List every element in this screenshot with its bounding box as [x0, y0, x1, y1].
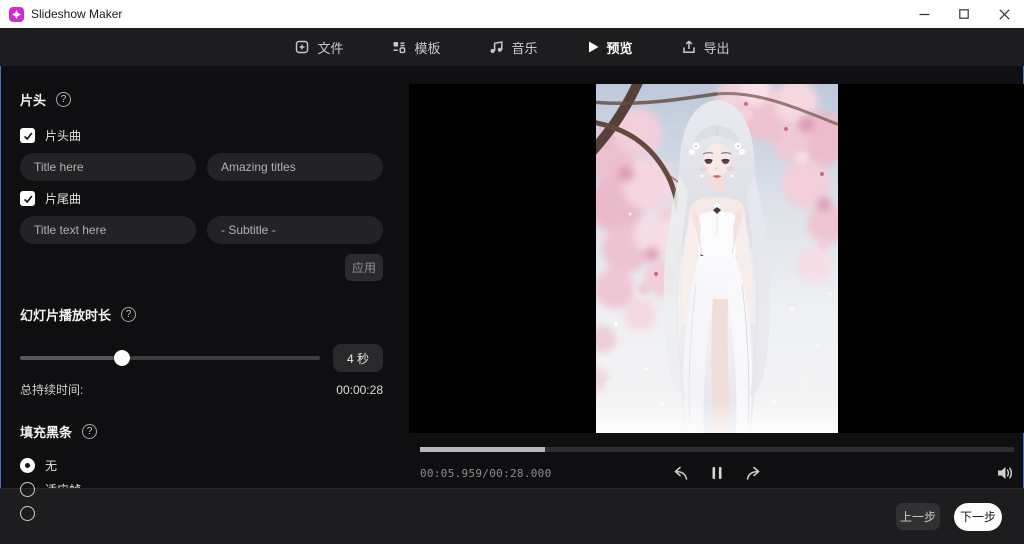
- volume-button[interactable]: [996, 465, 1014, 481]
- preview-image: [596, 84, 838, 433]
- nav-item-template[interactable]: 模板: [391, 38, 440, 57]
- outro-subtitle-input[interactable]: [207, 216, 383, 244]
- settings-panel: 片头 ? 片头曲 片尾曲: [0, 66, 409, 488]
- total-duration-label: 总持续时间:: [20, 381, 83, 398]
- intro-song-checkbox[interactable]: [20, 128, 35, 143]
- duration-heading-label: 幻灯片播放时长: [20, 305, 111, 324]
- duration-slider[interactable]: [20, 350, 320, 366]
- help-icon[interactable]: ?: [56, 92, 71, 107]
- volume-wrap: [996, 465, 1014, 481]
- blackbars-heading-label: 填充黑条: [20, 422, 72, 441]
- previous-step-button[interactable]: 上一步: [896, 503, 940, 530]
- apply-row: 应用: [20, 254, 383, 281]
- app-logo-icon: [9, 7, 24, 22]
- blackbars-section-heading: 填充黑条 ?: [20, 422, 389, 441]
- duration-slider-row: 4 秒: [20, 344, 383, 372]
- nav-item-file[interactable]: 文件: [294, 38, 343, 57]
- nav-item-export[interactable]: 导出: [681, 38, 730, 57]
- nav-item-label: 音乐: [511, 38, 537, 57]
- minimize-button[interactable]: [904, 0, 944, 28]
- outro-song-row: 片尾曲: [20, 190, 389, 207]
- radio-icon: [20, 506, 35, 521]
- outro-title-input[interactable]: [20, 216, 196, 244]
- file-icon: [294, 39, 310, 55]
- close-button[interactable]: [984, 0, 1024, 28]
- playback-time: 00:05.959/00:28.000: [420, 467, 552, 480]
- apply-button[interactable]: 应用: [345, 254, 383, 281]
- export-icon: [681, 39, 697, 55]
- progress-fill: [420, 447, 545, 452]
- help-icon[interactable]: ?: [82, 424, 97, 439]
- intro-song-label: 片头曲: [45, 127, 81, 144]
- next-step-button[interactable]: 下一步: [954, 503, 1002, 531]
- intro-inputs-row: [20, 153, 389, 181]
- maximize-button[interactable]: [944, 0, 984, 28]
- play-icon: [586, 40, 600, 54]
- radio-option-none[interactable]: 无: [20, 457, 389, 473]
- music-note-icon: [488, 39, 504, 55]
- top-navbar: 文件 模板 音乐 预览 导出: [0, 28, 1024, 66]
- total-duration-row: 总持续时间: 00:00:28: [20, 381, 383, 398]
- previous-slide-button[interactable]: [672, 464, 690, 482]
- nav-item-label: 文件: [317, 38, 343, 57]
- opening-heading-label: 片头: [20, 90, 46, 109]
- template-icon: [391, 39, 407, 55]
- next-slide-button[interactable]: [744, 464, 762, 482]
- duration-section-heading: 幻灯片播放时长 ?: [20, 305, 389, 324]
- outro-inputs-row: [20, 216, 389, 244]
- center-controls: [672, 464, 762, 482]
- main-area: 片头 ? 片头曲 片尾曲: [0, 66, 1024, 488]
- radio-icon: [20, 458, 35, 473]
- radio-label: 无: [45, 457, 57, 474]
- nav-item-label: 模板: [414, 38, 440, 57]
- nav-item-label: 预览: [607, 38, 633, 57]
- playback-controls-row: 00:05.959/00:28.000: [420, 459, 1014, 488]
- opening-section-heading: 片头 ?: [20, 90, 389, 109]
- outro-song-label: 片尾曲: [45, 190, 81, 207]
- titlebar: Slideshow Maker: [0, 0, 1024, 28]
- outro-song-checkbox[interactable]: [20, 191, 35, 206]
- nav-item-label: 导出: [704, 38, 730, 57]
- playback-progress-bar[interactable]: [420, 447, 1014, 452]
- footer-bar: 上一步 下一步: [0, 488, 1024, 544]
- intro-song-row: 片头曲: [20, 127, 389, 144]
- pause-button[interactable]: [710, 465, 724, 481]
- nav-item-music[interactable]: 音乐: [488, 38, 537, 57]
- duration-value: 4 秒: [333, 344, 383, 372]
- slider-fill: [20, 356, 122, 360]
- slider-thumb[interactable]: [114, 350, 130, 366]
- help-icon[interactable]: ?: [121, 307, 136, 322]
- preview-video-frame[interactable]: [409, 84, 1024, 433]
- app-window: Slideshow Maker 文件 模板: [0, 0, 1024, 544]
- radio-icon: [20, 482, 35, 497]
- nav-item-preview[interactable]: 预览: [586, 38, 633, 57]
- intro-title-input[interactable]: [20, 153, 196, 181]
- total-duration-value: 00:00:28: [336, 383, 383, 397]
- preview-panel: 00:05.959/00:28.000: [409, 66, 1024, 488]
- window-title: Slideshow Maker: [31, 7, 122, 21]
- intro-subtitle-input[interactable]: [207, 153, 383, 181]
